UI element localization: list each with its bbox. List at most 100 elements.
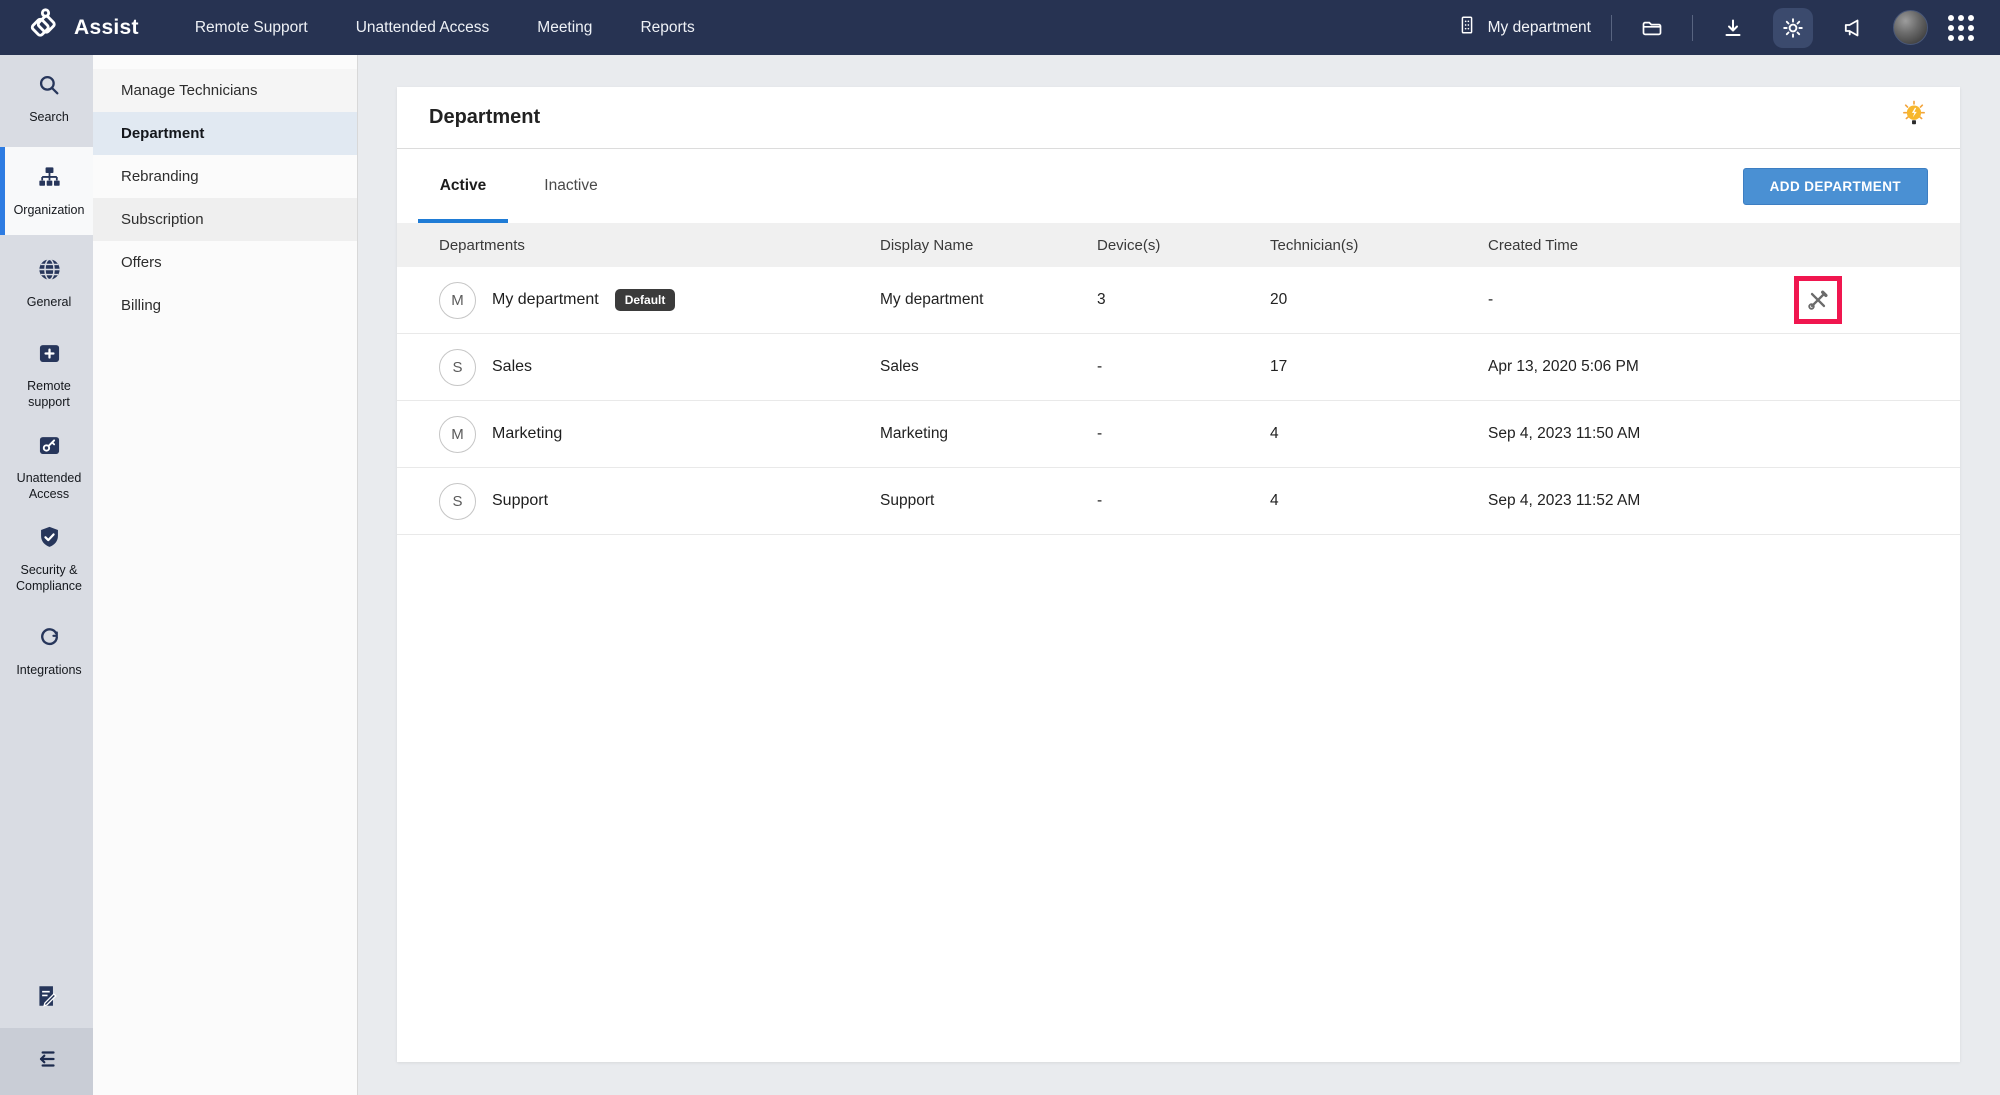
menu-item-subscription[interactable]: Subscription: [93, 198, 357, 241]
avatar: M: [439, 416, 476, 453]
devices-cell: -: [1097, 358, 1270, 376]
col-display-name: Display Name: [880, 237, 1097, 254]
rail-label: Remote support: [8, 378, 90, 411]
rail-spacer: [0, 699, 93, 968]
annotation-highlight: [1794, 276, 1842, 324]
menu-item-manage-technicians[interactable]: Manage Technicians: [93, 69, 357, 112]
apps-grid-icon[interactable]: [1948, 15, 1974, 41]
nav-reports[interactable]: Reports: [640, 19, 694, 37]
globe-icon: [36, 256, 63, 288]
building-icon: [1456, 14, 1478, 41]
department-selector[interactable]: My department: [1456, 14, 1591, 41]
technicians-cell: 4: [1270, 425, 1488, 443]
menu-item-rebranding[interactable]: Rebranding: [93, 155, 357, 198]
rail-label: Security & Compliance: [8, 562, 90, 595]
gear-icon[interactable]: [1773, 8, 1813, 48]
department-name: My department: [492, 291, 599, 309]
rail-item-remote-support[interactable]: Remote support: [0, 331, 93, 419]
menu-item-billing[interactable]: Billing: [93, 284, 357, 327]
rail-label: Integrations: [16, 662, 81, 678]
rail-item-general[interactable]: General: [0, 239, 93, 327]
created-time-cell: Sep 4, 2023 11:50 AM: [1488, 425, 1788, 443]
bulb-icon[interactable]: [1900, 100, 1928, 135]
brand-logo-link[interactable]: Assist: [26, 7, 139, 48]
settings-submenu: Manage Technicians Department Rebranding…: [93, 55, 358, 1095]
devices-cell: -: [1097, 492, 1270, 510]
menu-item-offers[interactable]: Offers: [93, 241, 357, 284]
collapse-sidebar-button[interactable]: [0, 1028, 93, 1095]
key-access-icon: [36, 432, 63, 464]
nav-meeting[interactable]: Meeting: [537, 19, 592, 37]
topbar-right: My department: [1456, 8, 1974, 48]
display-name-cell: My department: [880, 291, 1097, 309]
department-card: Department Active Inactive: [397, 87, 1960, 1062]
avatar: S: [439, 483, 476, 520]
table-header: Departments Display Name Device(s) Techn…: [397, 223, 1960, 267]
department-name: Support: [492, 492, 548, 510]
table-row[interactable]: M My department Default My department 3 …: [397, 267, 1960, 334]
nav-remote-support[interactable]: Remote Support: [195, 19, 308, 37]
technicians-cell: 4: [1270, 492, 1488, 510]
display-name-cell: Support: [880, 492, 1097, 510]
technicians-cell: 20: [1270, 291, 1488, 309]
display-name-cell: Sales: [880, 358, 1097, 376]
col-created-time: Created Time: [1488, 237, 1788, 254]
remote-plus-icon: [36, 340, 63, 372]
rail-item-organization[interactable]: Organization: [0, 147, 93, 235]
card-header: Department: [397, 87, 1960, 149]
topbar-divider: [1611, 15, 1612, 41]
nav-unattended-access[interactable]: Unattended Access: [356, 19, 490, 37]
rail-label: General: [27, 294, 71, 310]
rail-item-security-compliance[interactable]: Security & Compliance: [0, 515, 93, 603]
user-avatar[interactable]: [1893, 10, 1928, 45]
tab-inactive[interactable]: Inactive: [526, 149, 616, 223]
tabs: Active Inactive: [418, 149, 616, 223]
department-name: Sales: [492, 358, 532, 376]
rail-label: Organization: [14, 202, 85, 218]
table-row[interactable]: M Marketing Marketing - 4 Sep 4, 2023 11…: [397, 401, 1960, 468]
topbar-divider: [1692, 15, 1693, 41]
main-content: Department Active Inactive: [358, 55, 2000, 1095]
app-shell: Search Organization: [0, 55, 2000, 1095]
rail-label: Search: [29, 109, 69, 125]
tools-icon[interactable]: [1805, 287, 1831, 313]
feedback-icon: [34, 983, 60, 1014]
left-icon-rail: Search Organization: [0, 55, 93, 1095]
download-icon[interactable]: [1713, 8, 1753, 48]
topbar: Assist Remote Support Unattended Access …: [0, 0, 2000, 55]
rail-item-search[interactable]: Search: [0, 55, 93, 143]
technicians-cell: 17: [1270, 358, 1488, 376]
rail-item-integrations[interactable]: Integrations: [0, 607, 93, 695]
search-icon: [36, 72, 62, 103]
rail-label: Unattended Access: [8, 470, 90, 503]
department-name: Marketing: [492, 425, 562, 443]
sync-icon: [36, 624, 63, 656]
department-selector-label: My department: [1488, 19, 1591, 37]
menu-item-department[interactable]: Department: [93, 112, 357, 155]
devices-cell: -: [1097, 425, 1270, 443]
table-row[interactable]: S Support Support - 4 Sep 4, 2023 11:52 …: [397, 468, 1960, 535]
col-technicians: Technician(s): [1270, 237, 1488, 254]
folder-icon[interactable]: [1632, 8, 1672, 48]
rail-item-unattended-access[interactable]: Unattended Access: [0, 423, 93, 511]
assist-logo-icon: [26, 7, 62, 48]
col-devices: Device(s): [1097, 237, 1270, 254]
org-chart-icon: [36, 164, 63, 196]
shield-check-icon: [36, 524, 63, 556]
devices-cell: 3: [1097, 291, 1270, 309]
display-name-cell: Marketing: [880, 425, 1097, 443]
tabs-row: Active Inactive ADD DEPARTMENT: [397, 149, 1960, 223]
brand-name: Assist: [74, 16, 139, 40]
page-title: Department: [429, 106, 540, 129]
created-time-cell: -: [1488, 291, 1788, 309]
created-time-cell: Apr 13, 2020 5:06 PM: [1488, 358, 1788, 376]
tab-active[interactable]: Active: [418, 149, 508, 223]
feedback-button[interactable]: [0, 968, 93, 1028]
col-departments: Departments: [439, 237, 880, 254]
top-navigation: Remote Support Unattended Access Meeting…: [195, 19, 695, 37]
avatar: M: [439, 282, 476, 319]
created-time-cell: Sep 4, 2023 11:52 AM: [1488, 492, 1788, 510]
add-department-button[interactable]: ADD DEPARTMENT: [1743, 168, 1928, 205]
megaphone-icon[interactable]: [1833, 8, 1873, 48]
table-row[interactable]: S Sales Sales - 17 Apr 13, 2020 5:06 PM: [397, 334, 1960, 401]
